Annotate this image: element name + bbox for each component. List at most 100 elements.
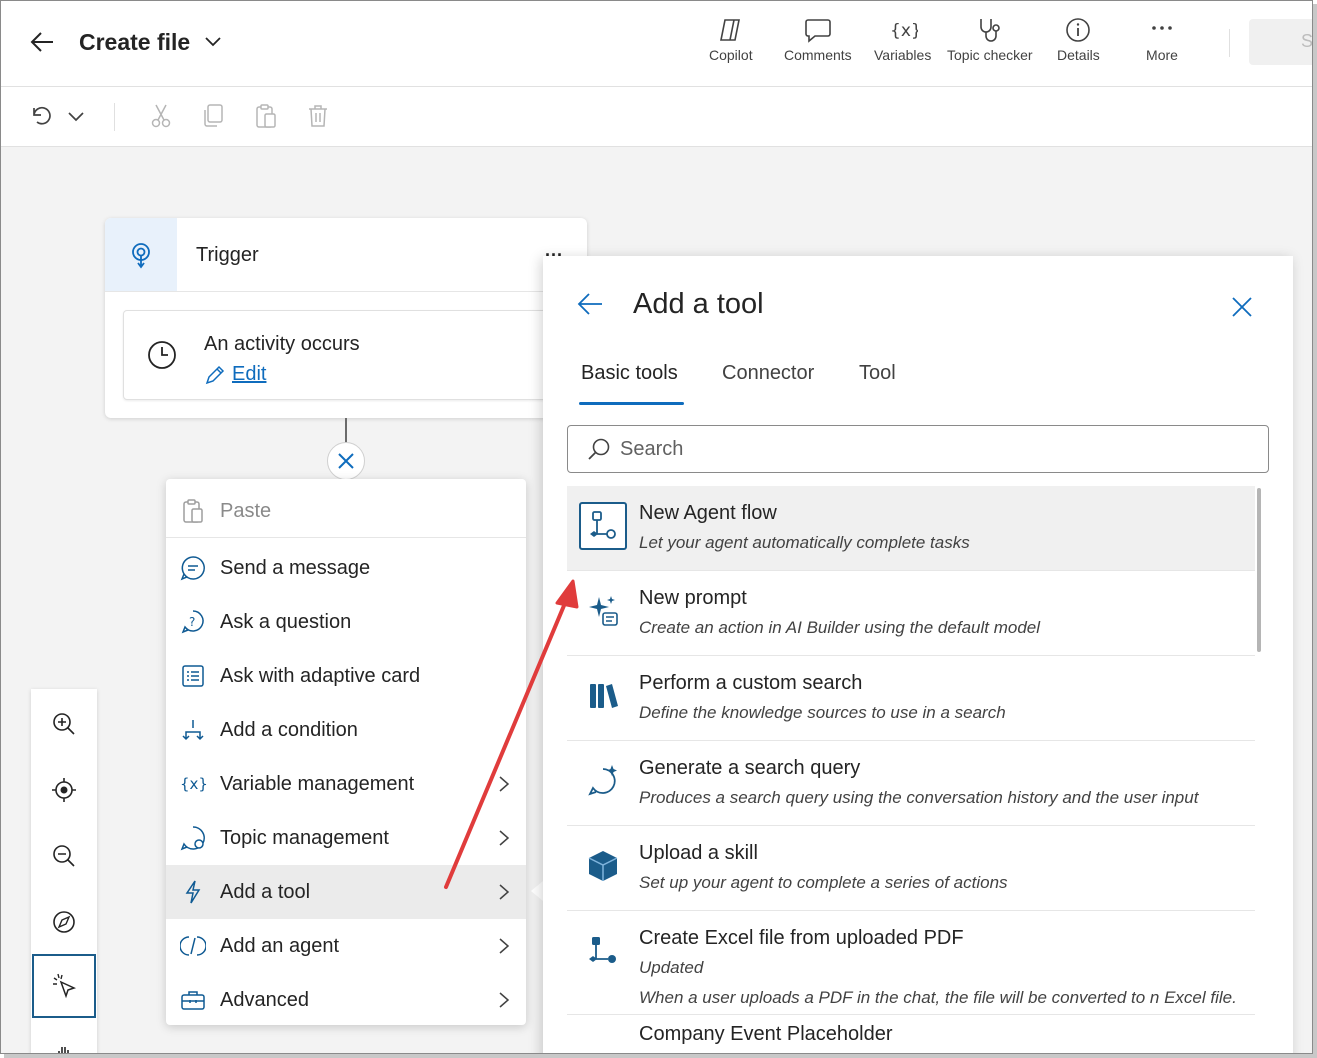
tool-new-prompt[interactable]: New prompt Create an action in AI Builde…: [567, 571, 1255, 656]
canvas-controls: [31, 689, 97, 1053]
pencil-icon: [205, 365, 225, 384]
chevron-right-icon: [499, 992, 510, 1008]
delete-icon: [309, 105, 327, 127]
menu-item-add-condition[interactable]: Add a condition: [166, 703, 526, 757]
trigger-icon-box: [105, 218, 177, 292]
tab-tool[interactable]: Tool: [859, 362, 896, 385]
variables-icon: {x}: [890, 21, 918, 41]
insert-node-menu: Paste Send a message ? Ask a question As…: [166, 479, 526, 1025]
undo-icon: [33, 106, 51, 125]
select-cursor-icon: [53, 973, 77, 999]
flow-icon: [589, 937, 616, 963]
page-title: Create file: [79, 29, 191, 55]
delete-button[interactable]: [303, 101, 333, 131]
agent-icon: [180, 936, 206, 956]
condition-icon: [182, 720, 204, 741]
search-input[interactable]: [620, 435, 1220, 463]
panel-title: Add a tool: [633, 288, 764, 320]
more-button[interactable]: More: [1146, 15, 1178, 75]
comments-button[interactable]: Comments: [784, 15, 852, 75]
copilot-button[interactable]: Copilot: [709, 15, 753, 75]
tool-upload-skill[interactable]: Upload a skill Set up your agent to comp…: [567, 826, 1255, 911]
menu-item-topic-management[interactable]: Topic management: [166, 811, 526, 865]
header-bar: Create file Copilot Comments {x} Variabl…: [1, 1, 1312, 87]
edit-label: Edit: [232, 363, 267, 385]
menu-item-adaptive-card[interactable]: Ask with adaptive card: [166, 649, 526, 703]
svg-text:{x}: {x}: [890, 21, 918, 41]
stethoscope-icon: [979, 19, 1000, 42]
save-button[interactable]: S: [1249, 19, 1312, 65]
menu-item-variable-management[interactable]: {x} Variable management: [166, 757, 526, 811]
variables-button[interactable]: {x} Variables: [874, 15, 931, 75]
tool-list-scrollbar[interactable]: [1257, 488, 1261, 652]
comment-icon: [805, 19, 831, 43]
minimap-icon: [53, 911, 75, 933]
cut-button[interactable]: [146, 101, 176, 131]
tab-basic-tools[interactable]: Basic tools: [581, 362, 678, 385]
app-window: Create file Copilot Comments {x} Variabl…: [0, 0, 1313, 1054]
tool-company-event-placeholder[interactable]: Company Event Placeholder: [567, 1015, 1255, 1053]
select-mode-button[interactable]: [32, 954, 96, 1018]
chevron-right-icon: [499, 830, 510, 846]
info-icon: [1066, 18, 1091, 42]
topic-checker-button[interactable]: Topic checker: [947, 15, 1033, 75]
tool-new-agent-flow[interactable]: New Agent flow Let your agent automatica…: [567, 486, 1255, 571]
copilot-icon: [719, 19, 740, 41]
menu-item-add-agent[interactable]: Add an agent: [166, 919, 526, 973]
chevron-right-icon: [499, 776, 510, 792]
paste-button[interactable]: [251, 101, 281, 131]
tool-custom-search[interactable]: Perform a custom search Define the knowl…: [567, 656, 1255, 741]
message-icon: [180, 556, 205, 581]
library-icon: [590, 684, 618, 708]
activity-title: An activity occurs: [204, 333, 360, 355]
agent-flow-icon: [590, 511, 616, 539]
trigger-icon: [132, 243, 150, 269]
menu-divider: [166, 537, 526, 538]
recenter-icon: [52, 778, 76, 802]
question-icon: ?: [181, 610, 204, 634]
zoom-in-button[interactable]: [31, 691, 97, 757]
menu-item-paste[interactable]: Paste: [166, 484, 526, 538]
back-button[interactable]: [27, 27, 57, 57]
hand-icon: [58, 1047, 69, 1053]
edit-link[interactable]: Edit: [204, 363, 266, 386]
chevron-down-icon[interactable]: [203, 31, 223, 51]
tool-generate-search-query[interactable]: Generate a search query Produces a searc…: [567, 741, 1255, 826]
window-shadow: [4, 1054, 1317, 1058]
toolbox-icon: [181, 991, 205, 1010]
adaptive-card-icon: [182, 665, 204, 687]
paste-icon: [256, 104, 276, 128]
pan-mode-button[interactable]: [31, 1021, 97, 1053]
toolbar-divider: [114, 103, 115, 131]
trigger-card[interactable]: Trigger ... An activity occurs Edit: [105, 218, 587, 418]
activity-node[interactable]: An activity occurs Edit: [123, 310, 573, 400]
tool-list: New Agent flow Let your agent automatica…: [567, 486, 1255, 1053]
chat-sparkle-icon: [588, 765, 617, 796]
search-box[interactable]: [567, 425, 1269, 473]
cube-icon: [588, 851, 618, 881]
undo-button[interactable]: [27, 101, 57, 131]
chevron-down-icon: [68, 112, 84, 122]
arrow-left-icon: [30, 32, 53, 52]
flash-icon: [185, 880, 201, 904]
details-button[interactable]: Details: [1057, 15, 1100, 75]
copy-button[interactable]: [198, 101, 228, 131]
menu-item-send-message[interactable]: Send a message: [166, 541, 526, 595]
minimap-button[interactable]: [31, 889, 97, 955]
trigger-divider: [105, 291, 587, 292]
panel-back-button[interactable]: [576, 292, 604, 321]
undo-dropdown[interactable]: [61, 101, 91, 131]
add-tool-panel: Add a tool Basic tools Connector Tool Ne…: [543, 256, 1293, 1053]
menu-item-ask-question[interactable]: ? Ask a question: [166, 595, 526, 649]
panel-close-button[interactable]: [1231, 296, 1253, 323]
zoom-out-icon: [53, 845, 75, 867]
close-insert-menu-button[interactable]: [327, 442, 365, 480]
arrow-left-icon: [577, 293, 602, 315]
menu-item-add-tool[interactable]: Add a tool: [166, 865, 526, 919]
tool-create-excel-file[interactable]: Create Excel file from uploaded PDF Upda…: [567, 911, 1255, 1015]
zoom-out-button[interactable]: [31, 823, 97, 889]
edit-toolbar: [1, 87, 1312, 147]
recenter-button[interactable]: [31, 757, 97, 823]
menu-item-advanced[interactable]: Advanced: [166, 973, 526, 1027]
tab-connector[interactable]: Connector: [722, 362, 814, 385]
